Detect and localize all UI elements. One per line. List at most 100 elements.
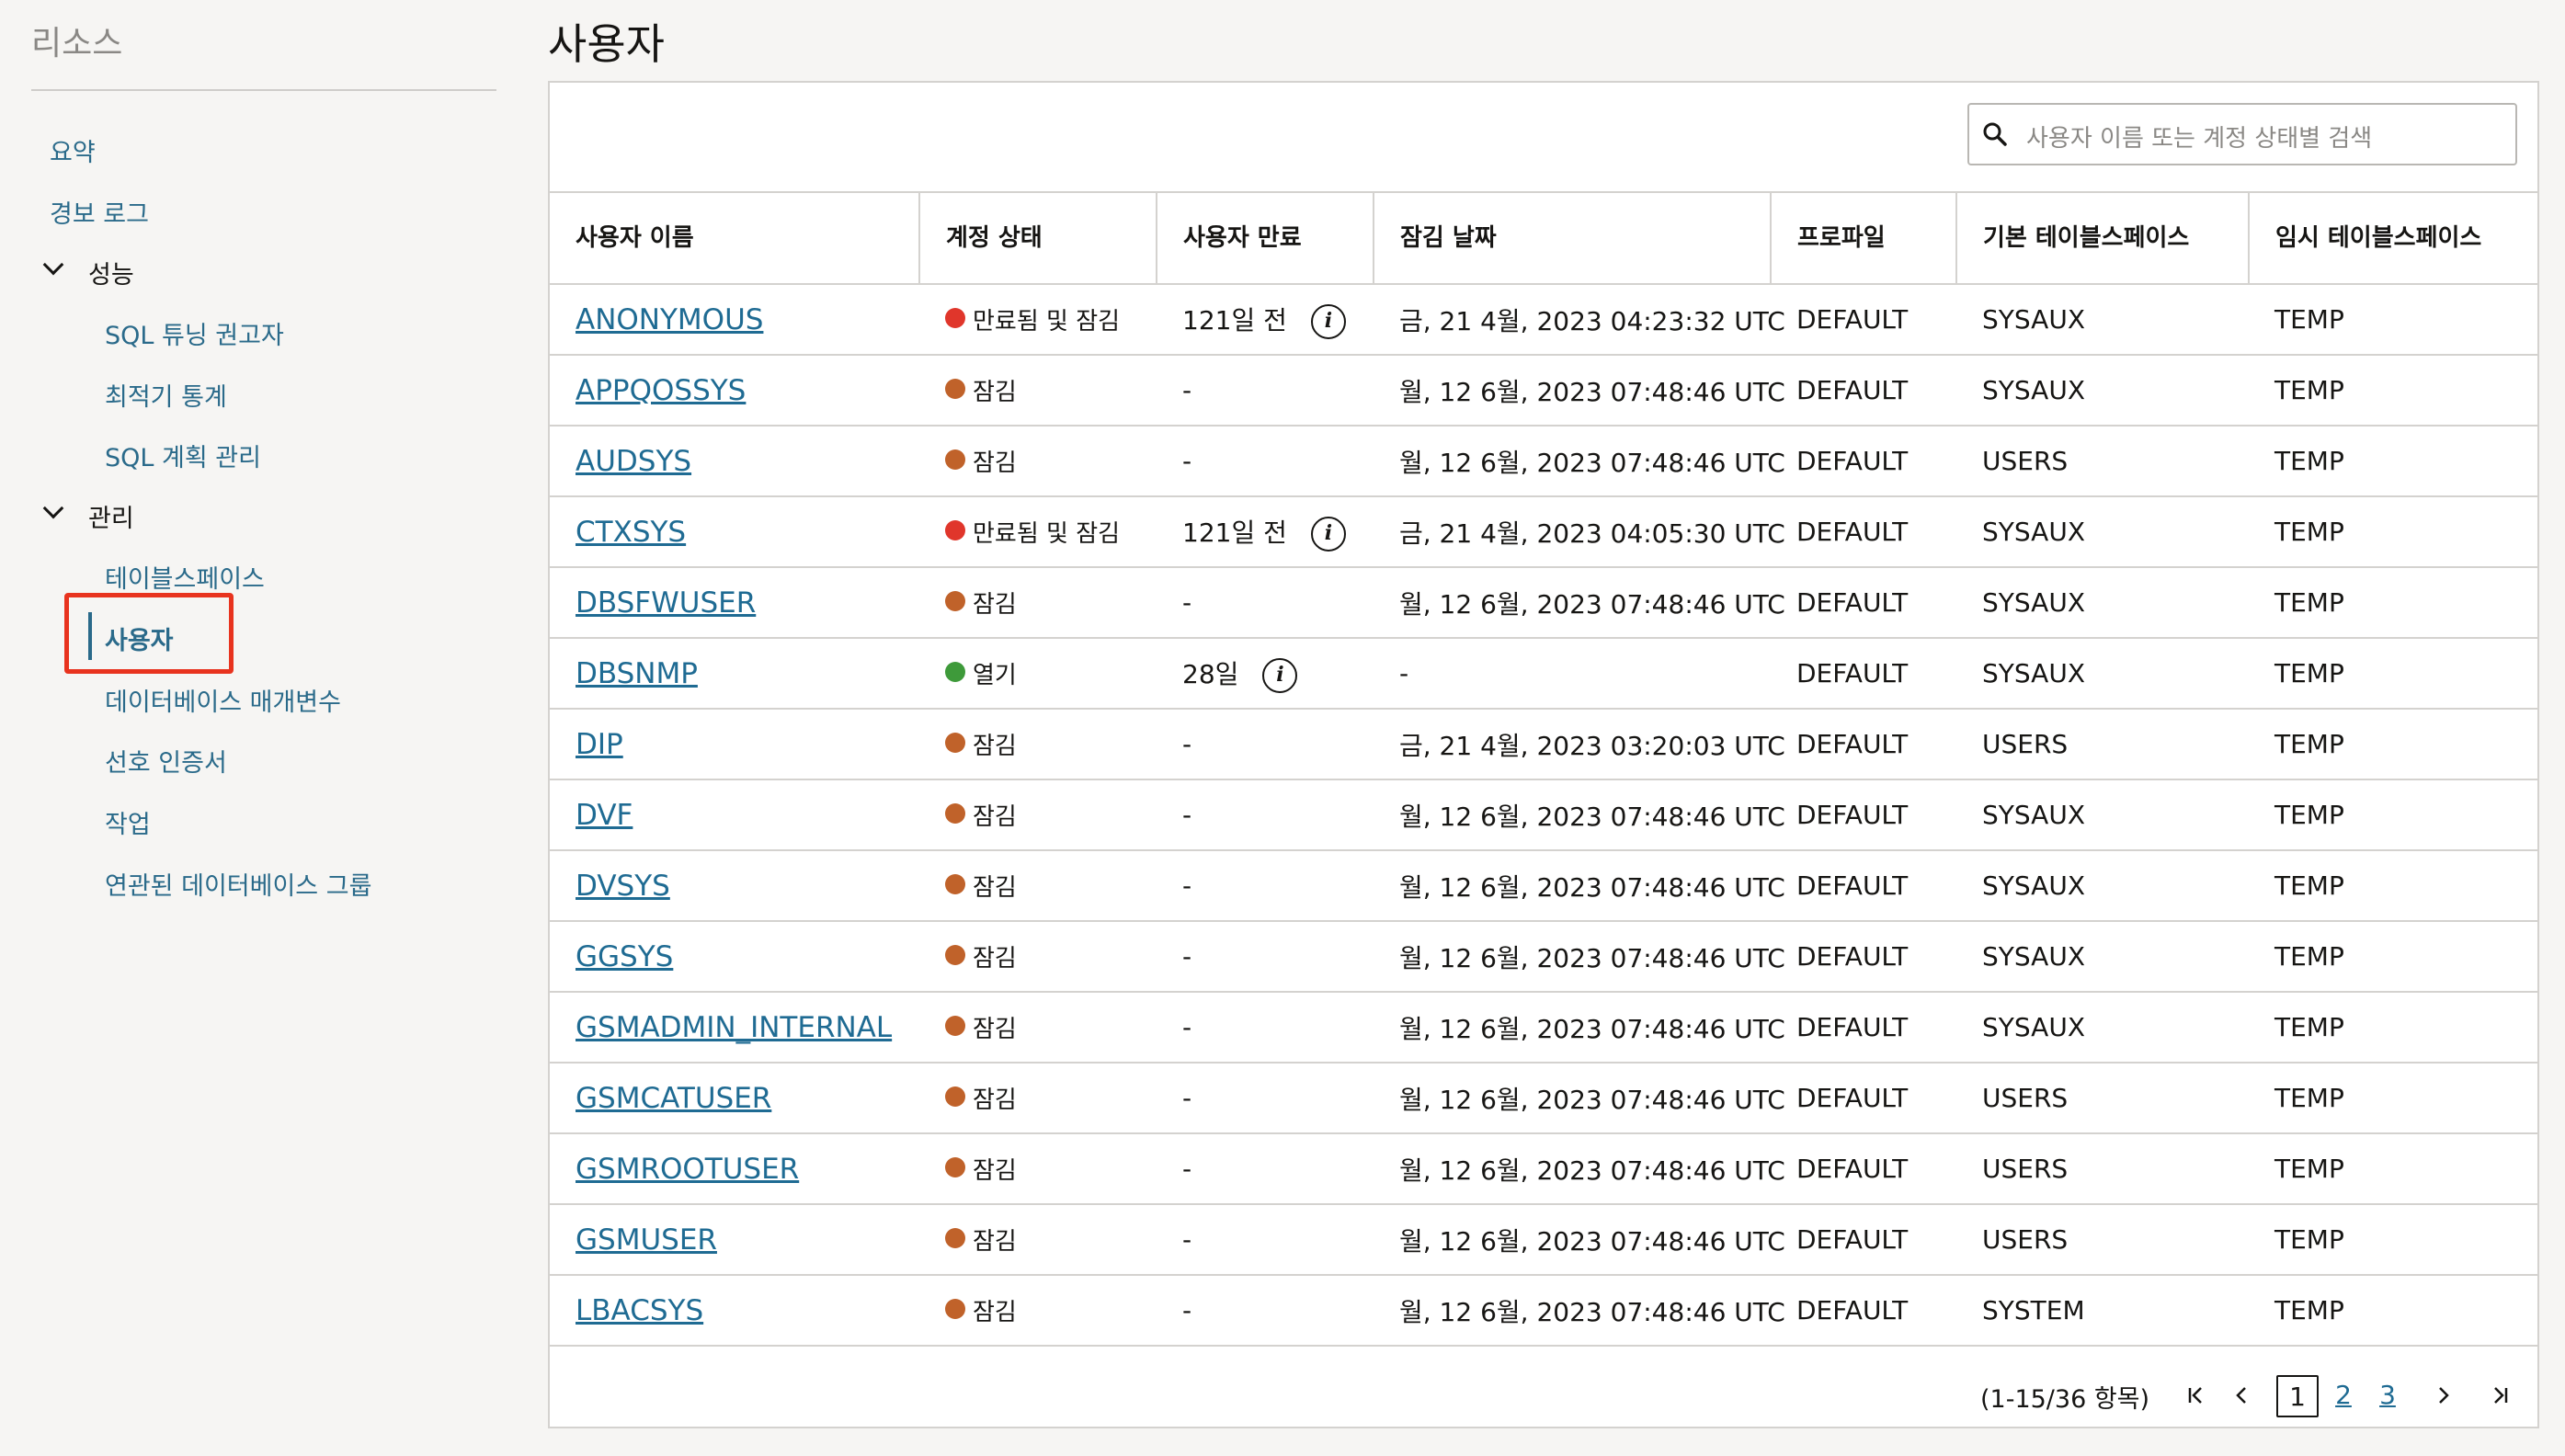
cell-default-tablespace: SYSAUX <box>1956 496 2249 568</box>
cell-default-tablespace: SYSAUX <box>1956 567 2249 639</box>
username-link[interactable]: GGSYS <box>576 940 673 973</box>
status-badge: 열기 <box>973 662 1017 689</box>
status-badge: 잠김 <box>973 1157 1017 1185</box>
cell-user-expiry: 28일 i <box>1157 638 1374 710</box>
username-link[interactable]: CTXSYS <box>576 516 686 549</box>
chevron-down-icon[interactable] <box>42 497 64 519</box>
cell-user-expiry: - <box>1157 992 1374 1064</box>
page-button-2[interactable]: 2 <box>2322 1375 2365 1417</box>
status-dot-icon <box>945 519 965 540</box>
status-badge: 잠김 <box>973 379 1017 406</box>
column-header-profile[interactable]: 프로파일 <box>1771 191 1957 285</box>
cell-temp-tablespace: TEMP <box>2249 1063 2537 1134</box>
chevron-down-icon[interactable] <box>42 254 64 276</box>
expiry-value: - <box>1182 587 1192 618</box>
cell-username: CTXSYS <box>550 496 919 568</box>
info-icon[interactable]: i <box>1310 303 1346 339</box>
info-icon[interactable]: i <box>1310 516 1346 552</box>
table-row: ANONYMOUS 만료됨 및 잠김 121일 전 i 금, 21 4월, 2023 0… <box>550 284 2537 356</box>
sidebar-group-administration[interactable]: 관리 <box>88 498 134 534</box>
username-link[interactable]: GSMCATUSER <box>576 1082 771 1115</box>
cell-profile: DEFAULT <box>1771 779 1956 851</box>
status-badge: 잠김 <box>973 449 1017 477</box>
pagination-summary: (1-15/36 항목) <box>1980 1385 2150 1414</box>
cell-locked-date: 월, 12 6월, 2023 07:48:46 UTC <box>1374 921 1785 993</box>
cell-profile: DEFAULT <box>1771 426 1956 497</box>
username-link[interactable]: DBSFWUSER <box>576 586 756 620</box>
status-dot-icon <box>945 449 965 470</box>
sidebar-item-jobs[interactable]: 작업 <box>105 804 151 840</box>
expiry-value: - <box>1182 800 1192 830</box>
table-row: GSMCATUSER 잠김 - 월, 12 6월, 2023 07:48:46 UTC… <box>550 1063 2537 1134</box>
cell-temp-tablespace: TEMP <box>2249 638 2537 710</box>
username-link[interactable]: ANONYMOUS <box>576 303 763 336</box>
status-dot-icon <box>945 1227 965 1248</box>
cell-profile: DEFAULT <box>1771 921 1956 993</box>
sidebar-item-preferred-credentials[interactable]: 선호 인증서 <box>105 743 227 779</box>
username-link[interactable]: DIP <box>576 728 623 761</box>
sidebar-item-optimizer-statistics[interactable]: 최적기 통계 <box>105 377 227 413</box>
previous-page-icon[interactable] <box>2223 1375 2260 1416</box>
sidebar-item-tablespaces[interactable]: 테이블스페이스 <box>105 559 265 595</box>
pagination: (1-15/36 항목) 1 2 3 <box>550 1362 2537 1427</box>
last-page-icon[interactable] <box>2480 1375 2517 1416</box>
cell-temp-tablespace: TEMP <box>2249 426 2537 497</box>
status-badge: 잠김 <box>973 1016 1017 1043</box>
sidebar-item-alert-log[interactable]: 경보 로그 <box>50 194 149 230</box>
cell-user-expiry: - <box>1157 1063 1374 1134</box>
username-link[interactable]: AUDSYS <box>576 445 691 478</box>
cell-account-status: 잠김 <box>919 1204 1157 1276</box>
status-badge: 잠김 <box>973 1228 1017 1256</box>
cell-temp-tablespace: TEMP <box>2249 850 2537 922</box>
cell-user-expiry: - <box>1157 426 1374 497</box>
search-placeholder: 사용자 이름 또는 계정 상태별 검색 <box>2026 125 2373 153</box>
expiry-value: - <box>1182 1154 1192 1184</box>
sidebar-item-database-parameters[interactable]: 데이터베이스 매개변수 <box>105 682 341 718</box>
expiry-value: - <box>1182 375 1192 405</box>
cell-profile: DEFAULT <box>1771 284 1956 356</box>
cell-locked-date: 월, 12 6월, 2023 07:48:46 UTC <box>1374 567 1785 639</box>
status-dot-icon <box>945 944 965 965</box>
column-header-locked-date[interactable]: 잠김 날짜 <box>1374 191 1772 285</box>
first-page-icon[interactable] <box>2179 1375 2216 1416</box>
page-button-3[interactable]: 3 <box>2366 1375 2409 1417</box>
page-button-1[interactable]: 1 <box>2276 1375 2319 1417</box>
cell-account-status: 잠김 <box>919 426 1157 497</box>
cell-username: APPQOSSYS <box>550 355 919 427</box>
expiry-value: - <box>1182 1012 1192 1042</box>
cell-account-status: 만료됨 및 잠김 <box>919 284 1157 356</box>
column-header-default-tablespace[interactable]: 기본 테이블스페이스 <box>1956 191 2250 285</box>
column-header-account-status[interactable]: 계정 상태 <box>919 191 1157 285</box>
username-link[interactable]: GSMROOTUSER <box>576 1153 799 1186</box>
cell-username: ANONYMOUS <box>550 284 919 356</box>
column-header-username[interactable]: 사용자 이름 <box>550 191 920 285</box>
cell-default-tablespace: SYSTEM <box>1956 1275 2249 1347</box>
cell-profile: DEFAULT <box>1771 496 1956 568</box>
cell-locked-date: 월, 12 6월, 2023 07:48:46 UTC <box>1374 992 1785 1064</box>
table-row: DBSNMP 열기 28일 i - DEFAULT SYSAUX TEMP <box>550 638 2537 710</box>
cell-username: DBSNMP <box>550 638 919 710</box>
username-link[interactable]: GSMADMIN_INTERNAL <box>576 1011 892 1044</box>
username-link[interactable]: DVSYS <box>576 870 670 903</box>
sidebar-item-sql-plan-management[interactable]: SQL 계획 관리 <box>105 438 261 473</box>
column-header-user-expiry[interactable]: 사용자 만료 <box>1157 191 1374 285</box>
username-link[interactable]: GSMUSER <box>576 1223 717 1257</box>
cell-username: GSMUSER <box>550 1204 919 1276</box>
cell-username: GSMCATUSER <box>550 1063 919 1134</box>
search-input[interactable]: 사용자 이름 또는 계정 상태별 검색 <box>1967 103 2517 165</box>
username-link[interactable]: APPQOSSYS <box>576 374 746 407</box>
username-link[interactable]: DBSNMP <box>576 657 698 690</box>
username-link[interactable]: LBACSYS <box>576 1294 703 1327</box>
cell-profile: DEFAULT <box>1771 638 1956 710</box>
info-icon[interactable]: i <box>1262 657 1298 693</box>
cell-user-expiry: - <box>1157 355 1374 427</box>
column-header-temp-tablespace[interactable]: 임시 테이블스페이스 <box>2249 191 2537 285</box>
username-link[interactable]: DVF <box>576 799 633 832</box>
sidebar-item-sql-tuning-advisor[interactable]: SQL 튜닝 권고자 <box>105 315 284 351</box>
sidebar-group-performance[interactable]: 성능 <box>88 255 134 290</box>
table-row: LBACSYS 잠김 - 월, 12 6월, 2023 07:48:46 UTC DEF… <box>550 1275 2537 1347</box>
sidebar-item-summary[interactable]: 요약 <box>50 132 96 168</box>
next-page-icon[interactable] <box>2425 1375 2462 1416</box>
cell-default-tablespace: SYSAUX <box>1956 992 2249 1064</box>
sidebar-item-associated-database-groups[interactable]: 연관된 데이터베이스 그룹 <box>105 866 371 902</box>
